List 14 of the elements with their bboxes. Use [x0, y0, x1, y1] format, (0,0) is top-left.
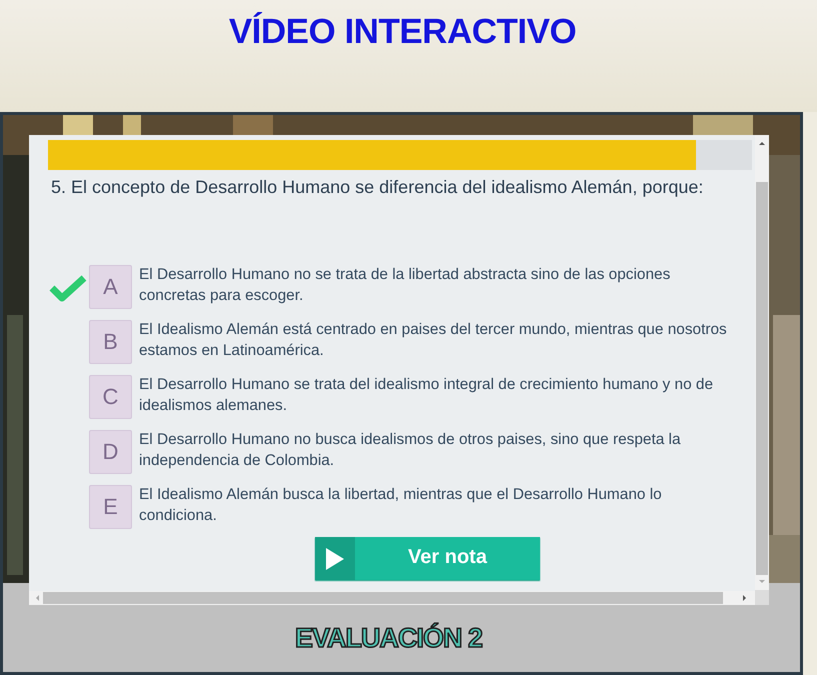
answer-text: El Desarrollo Humano no se trata de la libertad abstracta sino de las opciones concretas para escoger.	[139, 265, 672, 306]
page-title: VÍDEO INTERACTIVO	[228, 12, 576, 53]
ver-nota-button[interactable]: Ver nota	[315, 537, 540, 580]
question-text: 5. El concepto de Desarrollo Humano se diferencia del idealismo Alemán, porque:	[51, 177, 704, 199]
section-label: EVALUACIÓN 2	[294, 623, 482, 654]
answer-text: El Idealismo Alemán busca la libertad, mientras que el Desarrollo Humano lo condiciona.	[139, 485, 663, 526]
answer-option[interactable]: C	[89, 375, 132, 419]
answer-text: El Idealismo Alemán está centrado en paises del tercer mundo, mientras que nosotros estamos en Latinoamérica.	[139, 320, 728, 361]
answer-option[interactable]: B	[89, 320, 132, 364]
answer-text: El Desarrollo Humano se trata del idealismo integral de crecimiento humano y no de idealismos alemanes.	[139, 375, 714, 416]
answer-option[interactable]: A	[89, 265, 132, 309]
answer-option[interactable]: D	[89, 430, 132, 474]
answer-option[interactable]: E	[89, 485, 132, 529]
answer-text: El Desarrollo Humano no busca idealismos de otros paises, sino que respeta la independencia de Colombia.	[139, 430, 682, 471]
